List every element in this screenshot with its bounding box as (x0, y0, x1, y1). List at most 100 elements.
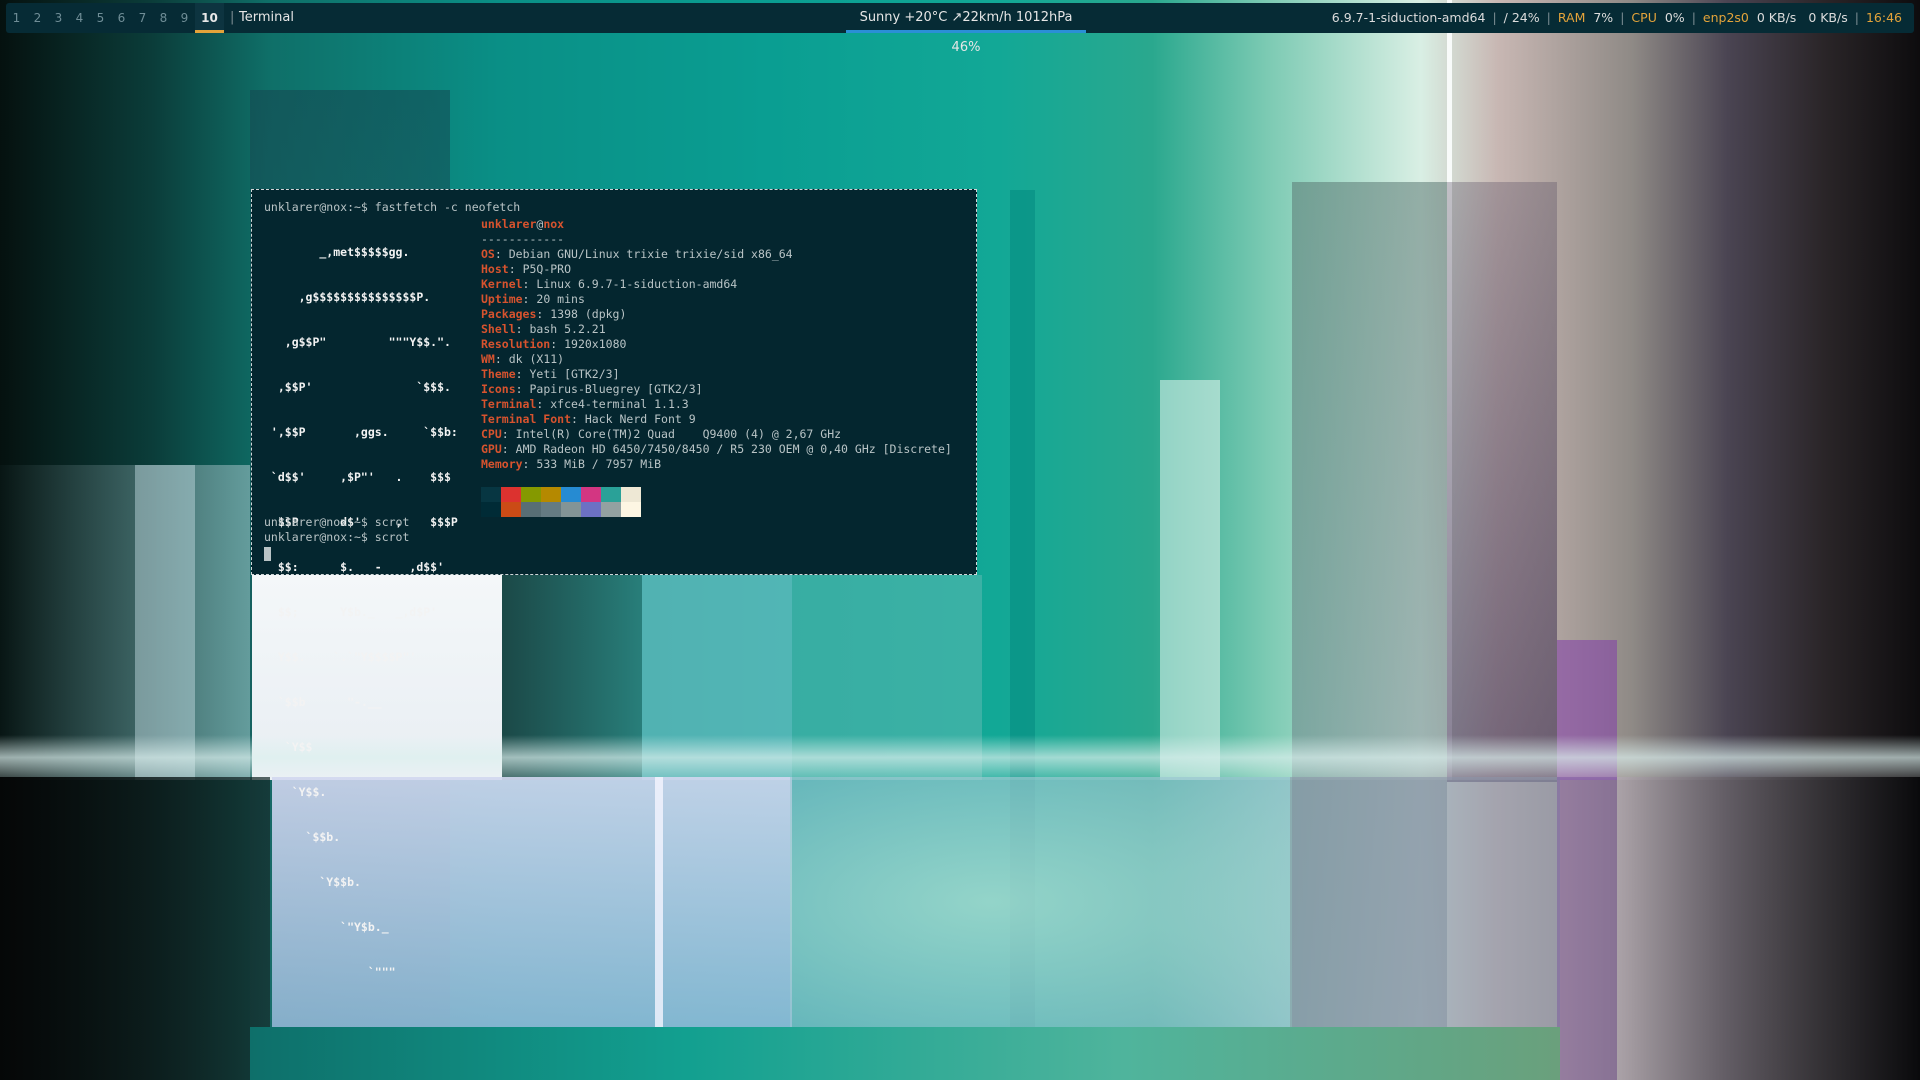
info-value: Yeti [GTK2/3] (529, 367, 620, 381)
debian-ascii-logo: _,met$$$$$gg. ,g$$$$$$$$$$$$$$$P. ,g$$P"… (264, 215, 458, 1010)
info-key: CPU (481, 427, 502, 441)
info-theme: Theme: Yeti [GTK2/3] (481, 367, 620, 381)
ascii-line: `d$$' ,$P"' . $$$ (264, 470, 451, 484)
workspace-10[interactable]: 10 (195, 3, 224, 33)
ascii-line: `Y$$. (264, 785, 327, 799)
ascii-line: ',$$P ,ggs. `$$b: (264, 425, 458, 439)
prompt-line-scrot: unklarer@nox:~$ scrot (264, 530, 410, 544)
prompt-line-fastfetch: unklarer@nox:~$ fastfetch -c neofetch (264, 200, 521, 214)
cpu-label: CPU (1631, 10, 1657, 25)
info-value: dk (X11) (508, 352, 565, 366)
workspace-3[interactable]: 3 (48, 3, 69, 33)
info-icons: Icons: Papirus-Bluegrey [GTK2/3] (481, 382, 703, 396)
palette-swatch (481, 502, 501, 517)
kernel-version: 6.9.7-1-siduction-amd64 (1331, 10, 1486, 25)
info-gpu: GPU: AMD Radeon HD 6450/7450/8450 / R5 2… (481, 442, 952, 456)
info-shell: Shell: bash 5.2.21 (481, 322, 606, 336)
info-key: Kernel (481, 277, 523, 291)
separator: | (230, 10, 235, 25)
ascii-line: `"Y$b._ (264, 920, 389, 934)
palette-swatch (561, 502, 581, 517)
terminal-window[interactable]: unklarer@nox:~$ fastfetch -c neofetch _,… (251, 189, 977, 979)
info-value: 1920x1080 (564, 337, 627, 351)
info-value: 533 MiB / 7957 MiB (536, 457, 662, 471)
workspace-9[interactable]: 9 (174, 3, 195, 33)
info-key: Memory (481, 457, 523, 471)
clock[interactable]: 16:46 (1860, 3, 1908, 33)
info-os: OS: Debian GNU/Linux trixie trixie/sid x… (481, 247, 793, 261)
workspace-8[interactable]: 8 (153, 3, 174, 33)
top-panel: 1 2 3 4 5 6 7 8 9 10 | Terminal Sunny +2… (6, 3, 1914, 55)
palette-swatch (541, 487, 561, 502)
info-value: Debian GNU/Linux trixie trixie/sid x86_6… (508, 247, 793, 261)
palette-swatch (581, 487, 601, 502)
hostname: nox (543, 217, 565, 231)
net-down: 0 KB/s (1756, 10, 1797, 25)
info-key: Shell (481, 322, 516, 336)
user-host: unklarer@nox (481, 217, 952, 232)
ascii-line: Y$$. `.`"Y$$$$P"' (264, 650, 417, 664)
palette-swatch (501, 502, 521, 517)
info-resolution: Resolution: 1920x1080 (481, 337, 627, 351)
prompt-line-scrot: unklarer@nox:~$ scrot (264, 515, 410, 529)
divider: ------------ (481, 232, 565, 246)
palette-swatch (541, 502, 561, 517)
workspace-switcher: 1 2 3 4 5 6 7 8 9 10 (6, 3, 224, 33)
workspace-2[interactable]: 2 (27, 3, 48, 33)
workspace-1[interactable]: 1 (6, 3, 27, 33)
palette-swatch (521, 502, 541, 517)
info-value: Hack Nerd Font 9 (584, 412, 696, 426)
info-packages: Packages: 1398 (dpkg) (481, 307, 627, 321)
info-key: Host (481, 262, 509, 276)
palette-swatch (481, 487, 501, 502)
cpu-value: 0% (1664, 10, 1685, 25)
info-uptime: Uptime: 20 mins (481, 292, 585, 306)
palette-swatch (501, 487, 521, 502)
weather-widget[interactable]: Sunny +20°C ↗22km/h 1012hPa 46% (846, 3, 1086, 55)
ascii-line: ,g$$$$$$$$$$$$$$$P. (264, 290, 431, 304)
workspace-5[interactable]: 5 (90, 3, 111, 33)
info-key: GPU (481, 442, 502, 456)
palette-swatch (601, 502, 621, 517)
ascii-line: $$: $. - ,d$$' (264, 560, 445, 574)
username: unklarer (481, 217, 537, 231)
palette-swatch (581, 502, 601, 517)
palette-swatch (621, 487, 641, 502)
workspace-6[interactable]: 6 (111, 3, 132, 33)
info-terminal-font: Terminal Font: Hack Nerd Font 9 (481, 412, 696, 426)
workspace-7[interactable]: 7 (132, 3, 153, 33)
ascii-line: `$$b "-.__ (264, 695, 382, 709)
ascii-line: ,g$$P" """Y$$.". (264, 335, 451, 349)
palette-swatch (561, 487, 581, 502)
disk-usage: / 24% (1503, 10, 1540, 25)
ram-label: RAM (1557, 10, 1586, 25)
info-value: 1398 (dpkg) (550, 307, 627, 321)
ascii-line: `Y$$b. (264, 875, 361, 889)
info-key: Terminal Font (481, 412, 572, 426)
ascii-line: `Y$$ (264, 740, 313, 754)
info-key: Icons (481, 382, 516, 396)
ascii-line: _,met$$$$$gg. (264, 245, 410, 259)
info-value: xfce4-terminal 1.1.3 (550, 397, 689, 411)
info-value: AMD Radeon HD 6450/7450/8450 / R5 230 OE… (515, 442, 952, 456)
palette-swatch (521, 487, 541, 502)
active-window-title: Terminal (239, 10, 294, 25)
info-value: Linux 6.9.7-1-siduction-amd64 (536, 277, 738, 291)
system-status: 6.9.7-1-siduction-amd64 | / 24% | RAM 7%… (1326, 3, 1908, 33)
info-value: P5Q-PRO (522, 262, 572, 276)
net-interface: enp2s0 (1702, 10, 1749, 25)
workspace-4[interactable]: 4 (69, 3, 90, 33)
terminal-cursor (264, 547, 271, 561)
ascii-line: `$$b. (264, 830, 341, 844)
info-value: bash 5.2.21 (529, 322, 606, 336)
info-memory: Memory: 533 MiB / 7957 MiB (481, 457, 662, 471)
system-info: unklarer@nox ------------ OS: Debian GNU… (481, 217, 952, 472)
net-up: 0 KB/s (1808, 10, 1848, 25)
info-value: Intel(R) Core(TM)2 Quad Q9400 (4) @ 2,67… (515, 427, 842, 441)
info-key: WM (481, 352, 495, 366)
info-wm: WM: dk (X11) (481, 352, 565, 366)
info-key: Uptime (481, 292, 523, 306)
info-host: Host: P5Q-PRO (481, 262, 572, 276)
info-key: Terminal (481, 397, 537, 411)
ram-value: 7% (1593, 10, 1614, 25)
